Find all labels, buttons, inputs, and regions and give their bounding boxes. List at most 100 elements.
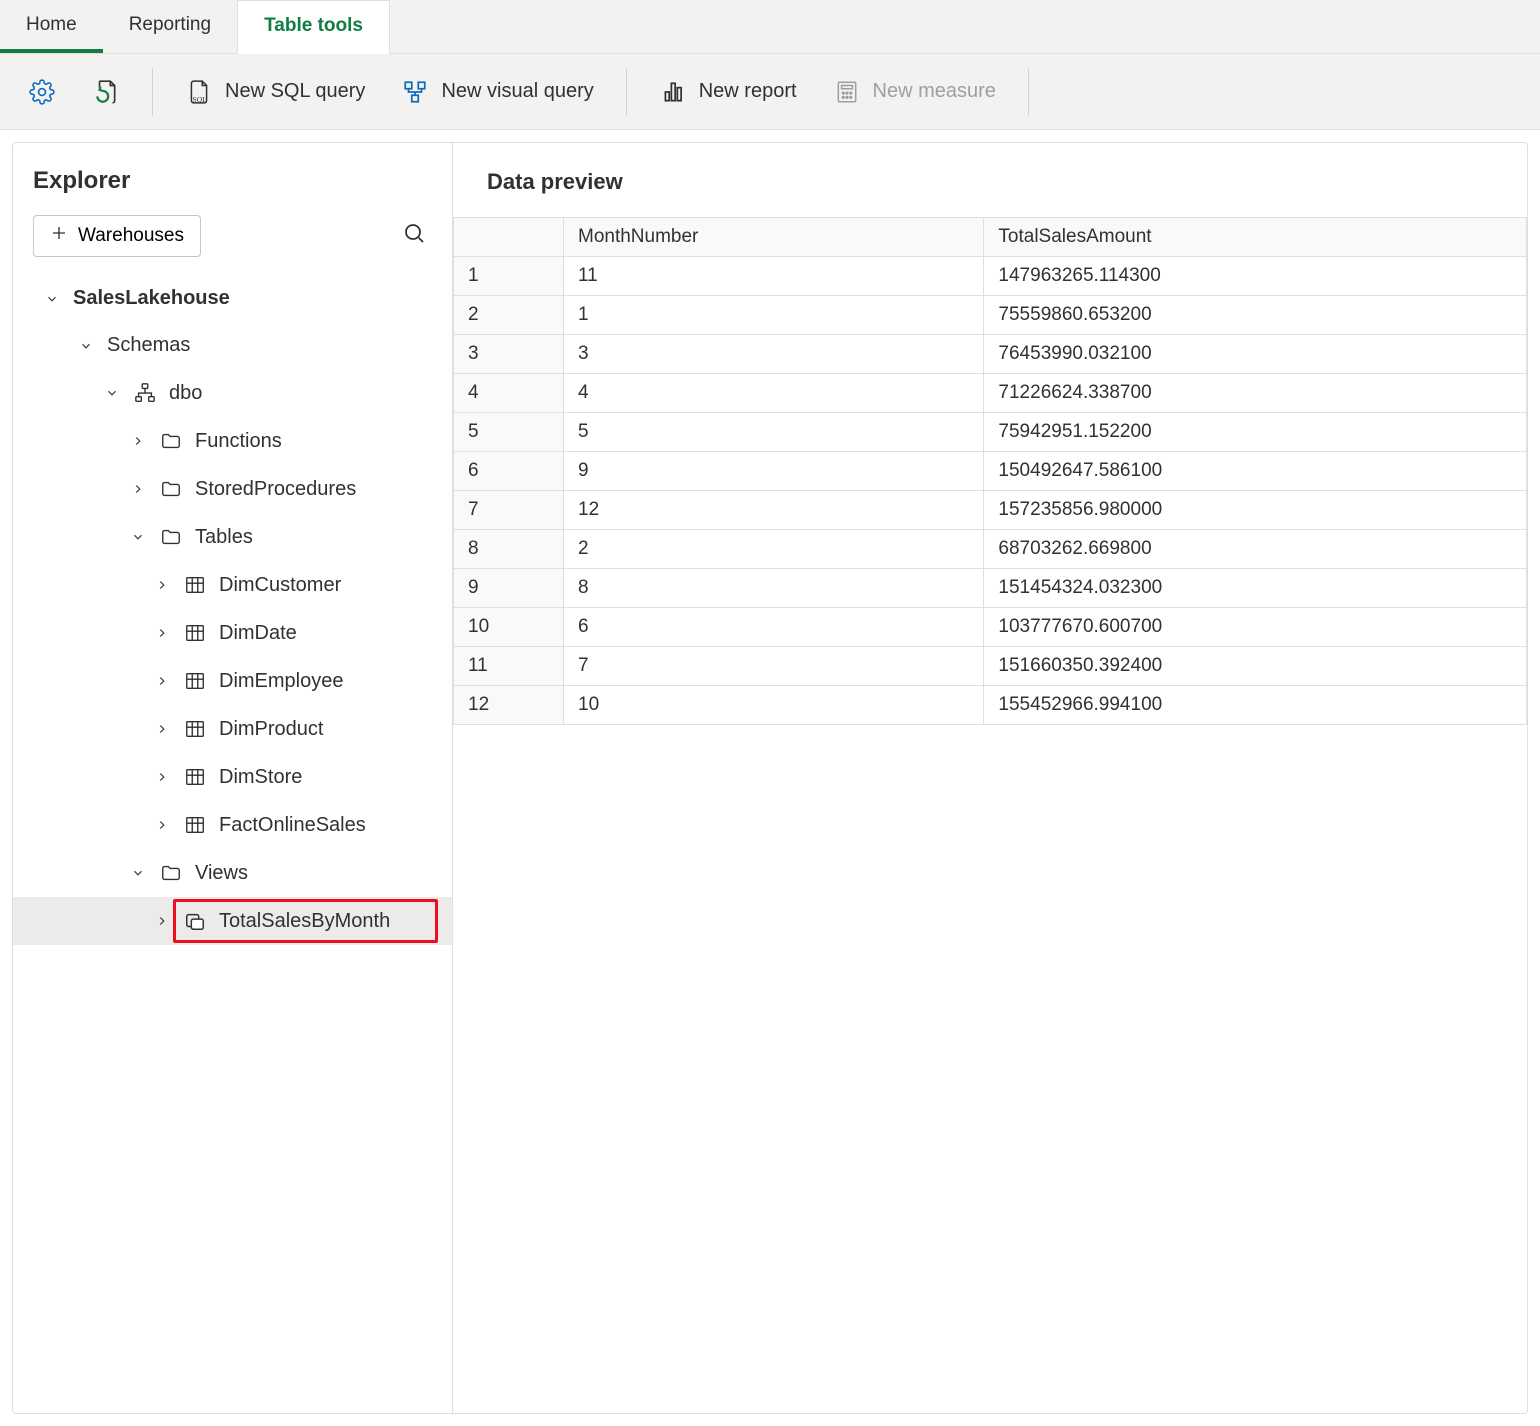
chevron-down-icon [77,337,95,355]
rownum-cell[interactable]: 7 [454,491,564,530]
settings-button[interactable] [18,72,66,112]
ribbon-tabs: Home Reporting Table tools [0,0,1540,54]
column-header[interactable]: TotalSalesAmount [984,218,1527,257]
add-warehouses-button[interactable]: Warehouses [33,215,201,257]
toolbar-divider [152,68,153,116]
rownum-cell[interactable]: 12 [454,686,564,725]
tree-label: DimProduct [219,718,323,741]
cell-totalsalesamount[interactable]: 147963265.114300 [984,257,1527,296]
chevron-right-icon [153,576,171,594]
tab-home[interactable]: Home [0,0,103,53]
table-row[interactable]: 2175559860.653200 [454,296,1527,335]
cell-totalsalesamount[interactable]: 155452966.994100 [984,686,1527,725]
refresh-icon [92,78,120,106]
new-measure-label: New measure [873,80,996,103]
tree-node-table[interactable]: DimCustomer [13,561,452,609]
cell-monthnumber[interactable]: 8 [564,569,984,608]
rownum-cell[interactable]: 2 [454,296,564,335]
svg-text:SQL: SQL [193,94,208,103]
table-row[interactable]: 69150492647.586100 [454,452,1527,491]
rownum-cell[interactable]: 6 [454,452,564,491]
table-icon [183,669,207,693]
table-row[interactable]: 712157235856.980000 [454,491,1527,530]
cell-monthnumber[interactable]: 11 [564,257,984,296]
rownum-cell[interactable]: 1 [454,257,564,296]
tree-node-dbo[interactable]: dbo [13,369,452,417]
table-row[interactable]: 1210155452966.994100 [454,686,1527,725]
tree-node-table[interactable]: FactOnlineSales [13,801,452,849]
cell-totalsalesamount[interactable]: 71226624.338700 [984,374,1527,413]
table-row[interactable]: 3376453990.032100 [454,335,1527,374]
rownum-cell[interactable]: 8 [454,530,564,569]
cell-totalsalesamount[interactable]: 151660350.392400 [984,647,1527,686]
refresh-button[interactable] [82,72,130,112]
tree-node-views[interactable]: Views [13,849,452,897]
tree-node-functions[interactable]: Functions [13,417,452,465]
table-row[interactable]: 8268703262.669800 [454,530,1527,569]
search-button[interactable] [396,215,432,257]
table-row[interactable]: 111147963265.114300 [454,257,1527,296]
cell-totalsalesamount[interactable]: 68703262.669800 [984,530,1527,569]
new-sql-query-button[interactable]: SQL New SQL query [175,72,375,112]
cell-totalsalesamount[interactable]: 103777670.600700 [984,608,1527,647]
cell-monthnumber[interactable]: 12 [564,491,984,530]
tree-label: Views [195,862,248,885]
tree-label: Schemas [107,334,190,357]
tab-reporting[interactable]: Reporting [103,0,237,53]
rownum-cell[interactable]: 10 [454,608,564,647]
cell-totalsalesamount[interactable]: 157235856.980000 [984,491,1527,530]
table-row[interactable]: 106103777670.600700 [454,608,1527,647]
cell-totalsalesamount[interactable]: 75942951.152200 [984,413,1527,452]
chevron-down-icon [129,864,147,882]
tree-node-tables[interactable]: Tables [13,513,452,561]
chevron-down-icon [43,290,61,308]
cell-monthnumber[interactable]: 2 [564,530,984,569]
cell-monthnumber[interactable]: 4 [564,374,984,413]
new-visual-query-button[interactable]: New visual query [391,72,603,112]
column-header[interactable]: MonthNumber [564,218,984,257]
rownum-cell[interactable]: 5 [454,413,564,452]
table-row[interactable]: 98151454324.032300 [454,569,1527,608]
warehouses-label: Warehouses [78,225,184,247]
tree-node-view-totalsalesbymonth[interactable]: TotalSalesByMonth [13,897,452,945]
rownum-cell[interactable]: 4 [454,374,564,413]
cell-monthnumber[interactable]: 1 [564,296,984,335]
rownum-cell[interactable]: 3 [454,335,564,374]
table-icon [183,813,207,837]
new-report-label: New report [699,80,797,103]
table-row[interactable]: 117151660350.392400 [454,647,1527,686]
cell-monthnumber[interactable]: 7 [564,647,984,686]
rownum-header[interactable] [454,218,564,257]
rownum-cell[interactable]: 9 [454,569,564,608]
tree-label: DimCustomer [219,574,341,597]
cell-totalsalesamount[interactable]: 75559860.653200 [984,296,1527,335]
cell-monthnumber[interactable]: 6 [564,608,984,647]
cell-monthnumber[interactable]: 3 [564,335,984,374]
chevron-down-icon [129,528,147,546]
new-report-button[interactable]: New report [649,72,807,112]
cell-monthnumber[interactable]: 9 [564,452,984,491]
cell-totalsalesamount[interactable]: 150492647.586100 [984,452,1527,491]
tree-node-schemas[interactable]: Schemas [13,322,452,369]
tree-node-table[interactable]: DimEmployee [13,657,452,705]
table-row[interactable]: 5575942951.152200 [454,413,1527,452]
cell-totalsalesamount[interactable]: 76453990.032100 [984,335,1527,374]
tree-node-table[interactable]: DimDate [13,609,452,657]
tree-node-database[interactable]: SalesLakehouse [13,275,452,322]
rownum-cell[interactable]: 11 [454,647,564,686]
tab-table-tools[interactable]: Table tools [237,0,390,54]
table-row[interactable]: 4471226624.338700 [454,374,1527,413]
cell-monthnumber[interactable]: 10 [564,686,984,725]
table-icon [183,621,207,645]
tree-node-table[interactable]: DimStore [13,753,452,801]
explorer-panel: Explorer Warehouses SalesLakehouse Schem… [13,143,453,1413]
plus-icon [50,224,68,248]
cell-monthnumber[interactable]: 5 [564,413,984,452]
tree-node-storedprocedures[interactable]: StoredProcedures [13,465,452,513]
tree-label: DimStore [219,766,302,789]
table-icon [183,717,207,741]
folder-icon [159,429,183,453]
table-icon [183,573,207,597]
cell-totalsalesamount[interactable]: 151454324.032300 [984,569,1527,608]
tree-node-table[interactable]: DimProduct [13,705,452,753]
